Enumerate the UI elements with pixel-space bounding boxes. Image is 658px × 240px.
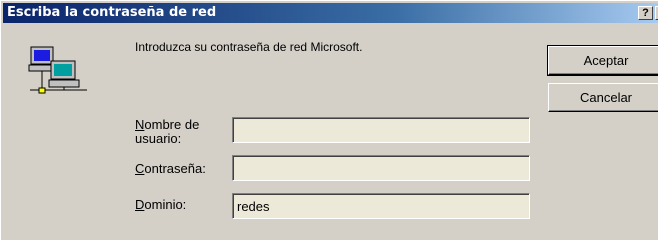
username-label: Nombre de usuario:: [135, 118, 230, 146]
accept-button[interactable]: Aceptar: [547, 45, 658, 76]
domain-field[interactable]: [232, 193, 530, 219]
password-label-accelerator: C: [135, 161, 145, 176]
password-field[interactable]: [232, 155, 530, 181]
username-label-accelerator: N: [135, 117, 145, 132]
domain-label-text: ominio:: [144, 197, 187, 212]
title-bar[interactable]: Escriba la contraseña de red ? X: [3, 3, 658, 23]
network-computers-icon: [28, 46, 87, 94]
cancel-button[interactable]: Cancelar: [548, 83, 658, 112]
help-button[interactable]: ?: [638, 6, 653, 20]
password-label-text: ontraseña:: [144, 161, 206, 176]
window-title: Escriba la contraseña de red: [7, 5, 217, 20]
username-field[interactable]: [232, 117, 530, 143]
password-label: Contraseña:: [135, 162, 206, 176]
domain-label-accelerator: D: [135, 197, 145, 212]
domain-label: Dominio:: [135, 198, 186, 212]
username-label-text: ombre de usuario:: [135, 117, 200, 146]
intro-text: Introduzca su contraseña de red Microsof…: [135, 40, 363, 54]
network-password-dialog: Escriba la contraseña de red ? X Introdu…: [0, 0, 658, 240]
